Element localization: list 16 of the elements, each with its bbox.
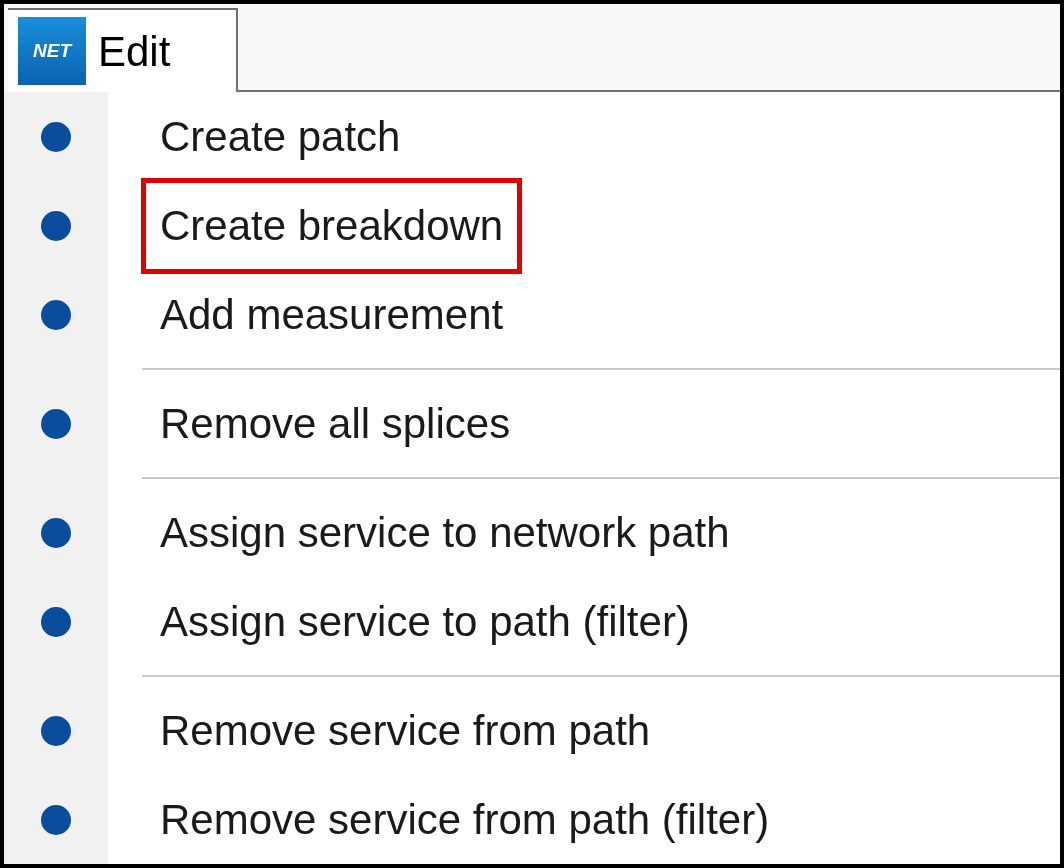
menu-item[interactable]: Remove service from path (filter) — [4, 775, 1060, 864]
menu-item[interactable]: Assign service to path (filter) — [4, 577, 1060, 666]
menu-item-label: Create patch — [159, 111, 402, 162]
menu-item-label: Remove service from path (filter) — [159, 794, 771, 845]
menu-item[interactable]: Remove service from path — [4, 686, 1060, 775]
logo-text: NET — [33, 38, 71, 63]
menu-item-label: Remove service from path — [159, 705, 652, 756]
menu-item[interactable]: Assign service to network path — [4, 488, 1060, 577]
menu-title: Edit — [98, 26, 171, 77]
menu-item-label: Assign service to network path — [159, 507, 731, 558]
menu-item[interactable]: Remove all splices — [4, 379, 1060, 468]
menu-item-label: Add measurement — [159, 289, 505, 340]
menu-tab[interactable]: NET Edit — [8, 8, 238, 92]
menu-item-label: Assign service to path (filter) — [159, 596, 691, 647]
menu-item-label: Remove all splices — [159, 398, 512, 449]
menu-item-label: Create breakdown — [141, 177, 523, 274]
